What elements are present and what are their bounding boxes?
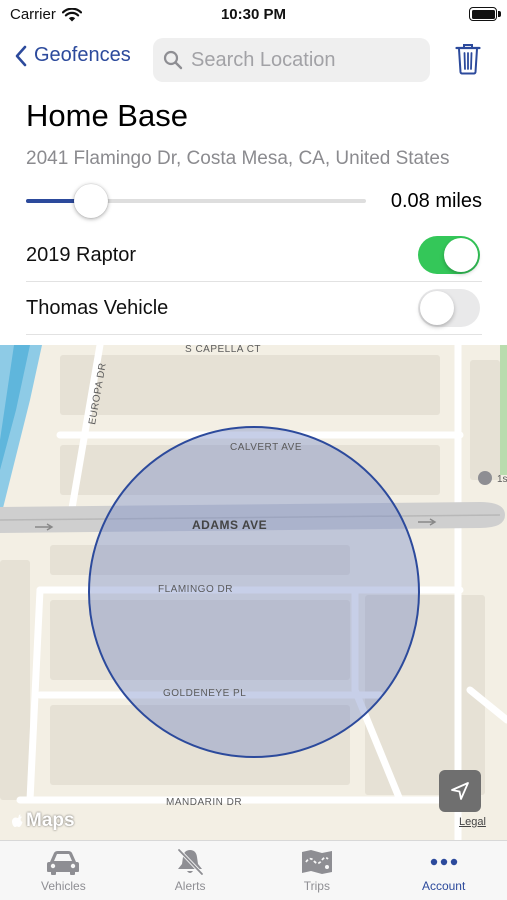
search-bar[interactable] [153, 38, 430, 82]
navigation-bar: Geofences [0, 38, 507, 82]
street-label: MANDARIN DR [166, 797, 242, 808]
tab-trips[interactable]: Trips [254, 841, 381, 900]
delete-button[interactable] [455, 43, 481, 80]
radius-slider[interactable] [26, 183, 366, 219]
tab-alerts[interactable]: Alerts [127, 841, 254, 900]
street-label: GOLDENEYE PL [163, 688, 246, 699]
chevron-left-icon [15, 45, 27, 66]
street-label: S CAPELLA CT [185, 345, 261, 355]
status-time: 10:30 PM [220, 6, 287, 23]
geofence-address: 2041 Flamingo Dr, Costa Mesa, CA, United… [26, 148, 450, 169]
street-label: ADAMS AVE [192, 518, 267, 532]
street-label: CALVERT AVE [230, 442, 302, 453]
tab-vehicles[interactable]: Vehicles [0, 841, 127, 900]
back-button[interactable]: Geofences [14, 44, 131, 67]
locate-me-button[interactable] [439, 770, 481, 812]
radius-value: 0.08 miles [390, 190, 482, 212]
search-input[interactable] [191, 48, 421, 72]
geofence-title: Home Base [26, 98, 188, 133]
map-canvas: S CAPELLA CT EUROPA DR CALVERT AVE ADAMS… [0, 345, 507, 840]
apple-logo-icon [12, 814, 23, 827]
legal-link[interactable]: Legal [459, 816, 486, 828]
vehicle-row-thomas: Thomas Vehicle [26, 282, 482, 335]
bell-slash-icon [177, 848, 204, 876]
vehicle-name: Thomas Vehicle [26, 297, 169, 319]
map-view[interactable]: S CAPELLA CT EUROPA DR CALVERT AVE ADAMS… [0, 345, 507, 840]
poi-label: 1s A [497, 474, 507, 485]
tab-account[interactable]: Account [380, 841, 507, 900]
vehicle-toggle[interactable] [418, 236, 480, 274]
tab-bar: Vehicles Alerts Trips Account [0, 840, 507, 900]
status-bar: Carrier 10:30 PM [0, 0, 507, 30]
poi-marker [478, 471, 492, 485]
maps-attribution: Maps [12, 810, 75, 832]
tab-label: Vehicles [41, 879, 86, 893]
slider-thumb[interactable] [73, 184, 108, 218]
ellipsis-icon [430, 858, 457, 866]
map-icon [301, 850, 332, 874]
vehicle-name: 2019 Raptor [26, 244, 137, 266]
geofence-detail-screen: Carrier 10:30 PM Geofences Search Locati… [0, 0, 507, 900]
car-icon [47, 851, 80, 875]
street-label: FLAMINGO DR [158, 584, 233, 595]
back-label: Geofences [34, 44, 131, 66]
vehicle-row-raptor: 2019 Raptor [26, 229, 482, 282]
tab-label: Alerts [174, 879, 206, 893]
vehicle-toggle[interactable] [418, 289, 480, 327]
maps-label: Maps [26, 810, 75, 831]
tab-label: Trips [303, 879, 330, 893]
battery-icon [469, 7, 501, 21]
search-icon [163, 50, 183, 70]
trash-icon [455, 44, 481, 75]
location-arrow-icon [451, 782, 469, 800]
tab-label: Account [421, 879, 466, 893]
